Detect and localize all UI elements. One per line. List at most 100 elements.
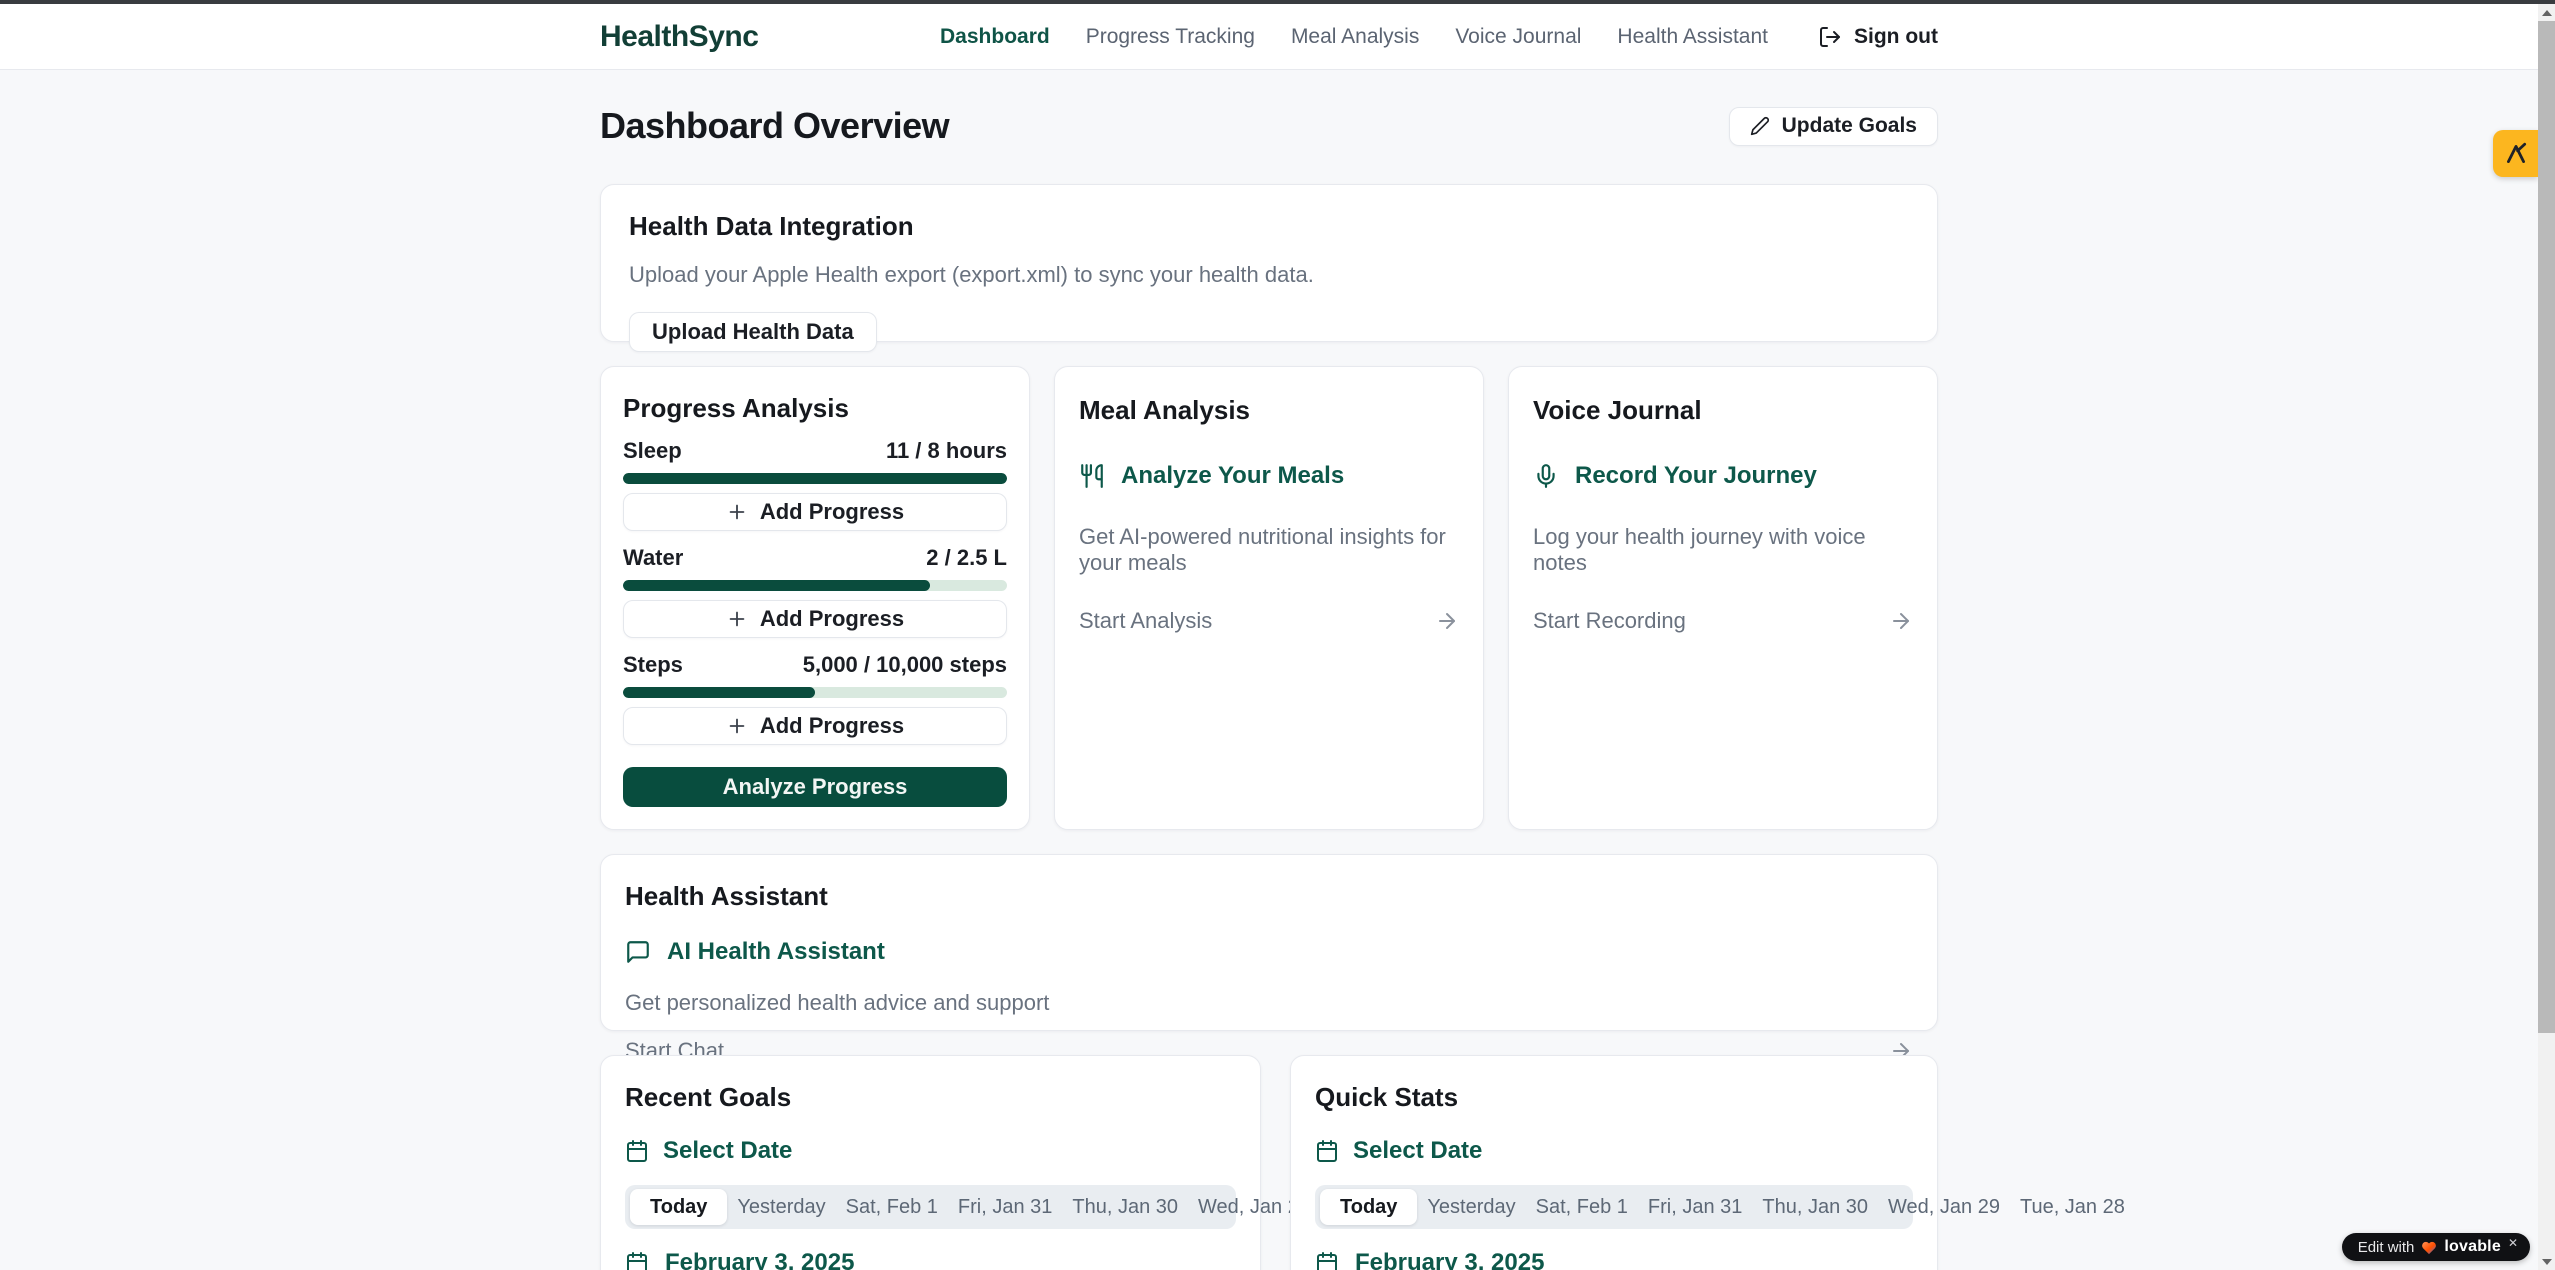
quick-stats-current-date[interactable]: February 3, 2025: [1315, 1249, 1913, 1270]
metric-value: 5,000 / 10,000 steps: [803, 652, 1007, 678]
nav-meal-analysis[interactable]: Meal Analysis: [1291, 25, 1419, 49]
badge-brand: lovable: [2444, 1238, 2501, 1256]
quick-stats-date-tabs: Today Yesterday Sat, Feb 1 Fri, Jan 31 T…: [1315, 1185, 1913, 1229]
tab-thu-jan-30[interactable]: Thu, Jan 30: [1062, 1196, 1188, 1219]
start-analysis-action[interactable]: Start Analysis: [1079, 608, 1459, 634]
plus-icon: [726, 715, 748, 737]
nav-health-assistant[interactable]: Health Assistant: [1617, 25, 1768, 49]
lovable-side-button[interactable]: [2493, 130, 2538, 177]
assistant-link-label: AI Health Assistant: [667, 938, 885, 966]
start-recording-label: Start Recording: [1533, 608, 1686, 634]
close-icon[interactable]: ✕: [2508, 1236, 2518, 1250]
voice-title: Voice Journal: [1533, 395, 1913, 426]
add-progress-steps-button[interactable]: Add Progress: [623, 707, 1007, 745]
page-title: Dashboard Overview: [600, 105, 949, 147]
metric-label: Sleep: [623, 438, 682, 464]
tab-yesterday[interactable]: Yesterday: [727, 1196, 835, 1219]
steps-progress-fill: [623, 687, 815, 698]
ai-health-assistant-link[interactable]: AI Health Assistant: [625, 938, 1913, 966]
brand-logo: HealthSync: [600, 20, 758, 54]
chat-bubble-icon: [625, 939, 651, 965]
metric-label: Steps: [623, 652, 683, 678]
microphone-icon: [1533, 463, 1559, 489]
current-date-label: February 3, 2025: [665, 1249, 854, 1270]
scrollbar-thumb[interactable]: [2538, 21, 2555, 1033]
heart-icon: [2421, 1240, 2437, 1255]
progress-title: Progress Analysis: [623, 393, 1007, 424]
tab-sat-feb-1[interactable]: Sat, Feb 1: [1526, 1196, 1638, 1219]
quick-stats-select-date[interactable]: Select Date: [1315, 1137, 1913, 1165]
sign-out-button[interactable]: Sign out: [1818, 25, 1938, 49]
main-content: Dashboard Overview Update Goals Health D…: [600, 105, 1938, 1270]
voice-link-label: Record Your Journey: [1575, 462, 1817, 490]
analyze-progress-button[interactable]: Analyze Progress: [623, 767, 1007, 807]
tab-today[interactable]: Today: [630, 1189, 727, 1225]
app-viewport: HealthSync Dashboard Progress Tracking M…: [0, 0, 2538, 1270]
arrow-right-icon: [1435, 609, 1459, 633]
add-progress-water-button[interactable]: Add Progress: [623, 600, 1007, 638]
health-assistant-card: Health Assistant AI Health Assistant Get…: [600, 854, 1938, 1031]
assistant-description: Get personalized health advice and suppo…: [625, 990, 1913, 1016]
calendar-icon: [625, 1139, 649, 1163]
meal-description: Get AI-powered nutritional insights for …: [1079, 524, 1459, 576]
integration-description: Upload your Apple Health export (export.…: [629, 262, 1909, 288]
select-date-label: Select Date: [663, 1137, 792, 1165]
calendar-icon: [1315, 1251, 1339, 1270]
utensils-icon: [1079, 463, 1105, 489]
metric-sleep: Sleep 11 / 8 hours Add Progress: [623, 438, 1007, 531]
quick-stats-card: Quick Stats Select Date Today Yesterday …: [1290, 1055, 1938, 1270]
recent-goals-current-date[interactable]: February 3, 2025: [625, 1249, 1236, 1270]
plus-icon: [726, 501, 748, 523]
add-progress-label: Add Progress: [760, 713, 904, 739]
edit-with-lovable-badge[interactable]: Edit with lovable ✕: [2342, 1233, 2530, 1261]
tab-sat-feb-1[interactable]: Sat, Feb 1: [836, 1196, 948, 1219]
scroll-down-button[interactable]: [2538, 1253, 2555, 1270]
tab-yesterday[interactable]: Yesterday: [1417, 1196, 1525, 1219]
recent-goals-date-tabs: Today Yesterday Sat, Feb 1 Fri, Jan 31 T…: [625, 1185, 1236, 1229]
metric-value: 11 / 8 hours: [886, 438, 1007, 464]
meal-title: Meal Analysis: [1079, 395, 1459, 426]
water-progress-fill: [623, 580, 930, 591]
select-date-label: Select Date: [1353, 1137, 1482, 1165]
voice-journal-card: Voice Journal Record Your Journey Log yo…: [1508, 366, 1938, 830]
add-progress-label: Add Progress: [760, 499, 904, 525]
vertical-scrollbar[interactable]: [2538, 4, 2555, 1270]
analyze-your-meals-link[interactable]: Analyze Your Meals: [1079, 462, 1459, 490]
nav-progress-tracking[interactable]: Progress Tracking: [1086, 25, 1255, 49]
add-progress-label: Add Progress: [760, 606, 904, 632]
tab-fri-jan-31[interactable]: Fri, Jan 31: [1638, 1196, 1752, 1219]
current-date-label: February 3, 2025: [1355, 1249, 1544, 1270]
meal-link-label: Analyze Your Meals: [1121, 462, 1344, 490]
voice-description: Log your health journey with voice notes: [1533, 524, 1913, 576]
update-goals-button[interactable]: Update Goals: [1729, 107, 1938, 146]
nav-dashboard[interactable]: Dashboard: [940, 25, 1050, 49]
metric-steps: Steps 5,000 / 10,000 steps Add Progress: [623, 652, 1007, 745]
start-recording-action[interactable]: Start Recording: [1533, 608, 1913, 634]
steps-progress-bar: [623, 687, 1007, 698]
nav-voice-journal[interactable]: Voice Journal: [1455, 25, 1581, 49]
health-data-integration-card: Health Data Integration Upload your Appl…: [600, 184, 1938, 342]
sign-out-label: Sign out: [1854, 25, 1938, 49]
scroll-down-icon: [2542, 1259, 2552, 1265]
tab-wed-jan-29[interactable]: Wed, Jan 29: [1878, 1196, 2010, 1219]
calendar-icon: [625, 1251, 649, 1270]
app-header: HealthSync Dashboard Progress Tracking M…: [0, 4, 2538, 70]
record-your-journey-link[interactable]: Record Your Journey: [1533, 462, 1913, 490]
tab-fri-jan-31[interactable]: Fri, Jan 31: [948, 1196, 1062, 1219]
add-progress-sleep-button[interactable]: Add Progress: [623, 493, 1007, 531]
tab-tue-jan-28[interactable]: Tue, Jan 28: [2010, 1196, 2135, 1219]
main-nav: Dashboard Progress Tracking Meal Analysi…: [940, 25, 1938, 49]
scroll-up-button[interactable]: [2538, 4, 2555, 21]
sleep-progress-bar: [623, 473, 1007, 484]
recent-goals-select-date[interactable]: Select Date: [625, 1137, 1236, 1165]
integration-title: Health Data Integration: [629, 211, 1909, 242]
upload-health-data-button[interactable]: Upload Health Data: [629, 312, 877, 352]
water-progress-bar: [623, 580, 1007, 591]
tab-thu-jan-30[interactable]: Thu, Jan 30: [1752, 1196, 1878, 1219]
meal-analysis-card: Meal Analysis Analyze Your Meals Get AI-…: [1054, 366, 1484, 830]
sleep-progress-fill: [623, 473, 1007, 484]
logout-icon: [1818, 25, 1842, 49]
metric-value: 2 / 2.5 L: [926, 545, 1007, 571]
arrow-right-icon: [1889, 609, 1913, 633]
tab-today[interactable]: Today: [1320, 1189, 1417, 1225]
